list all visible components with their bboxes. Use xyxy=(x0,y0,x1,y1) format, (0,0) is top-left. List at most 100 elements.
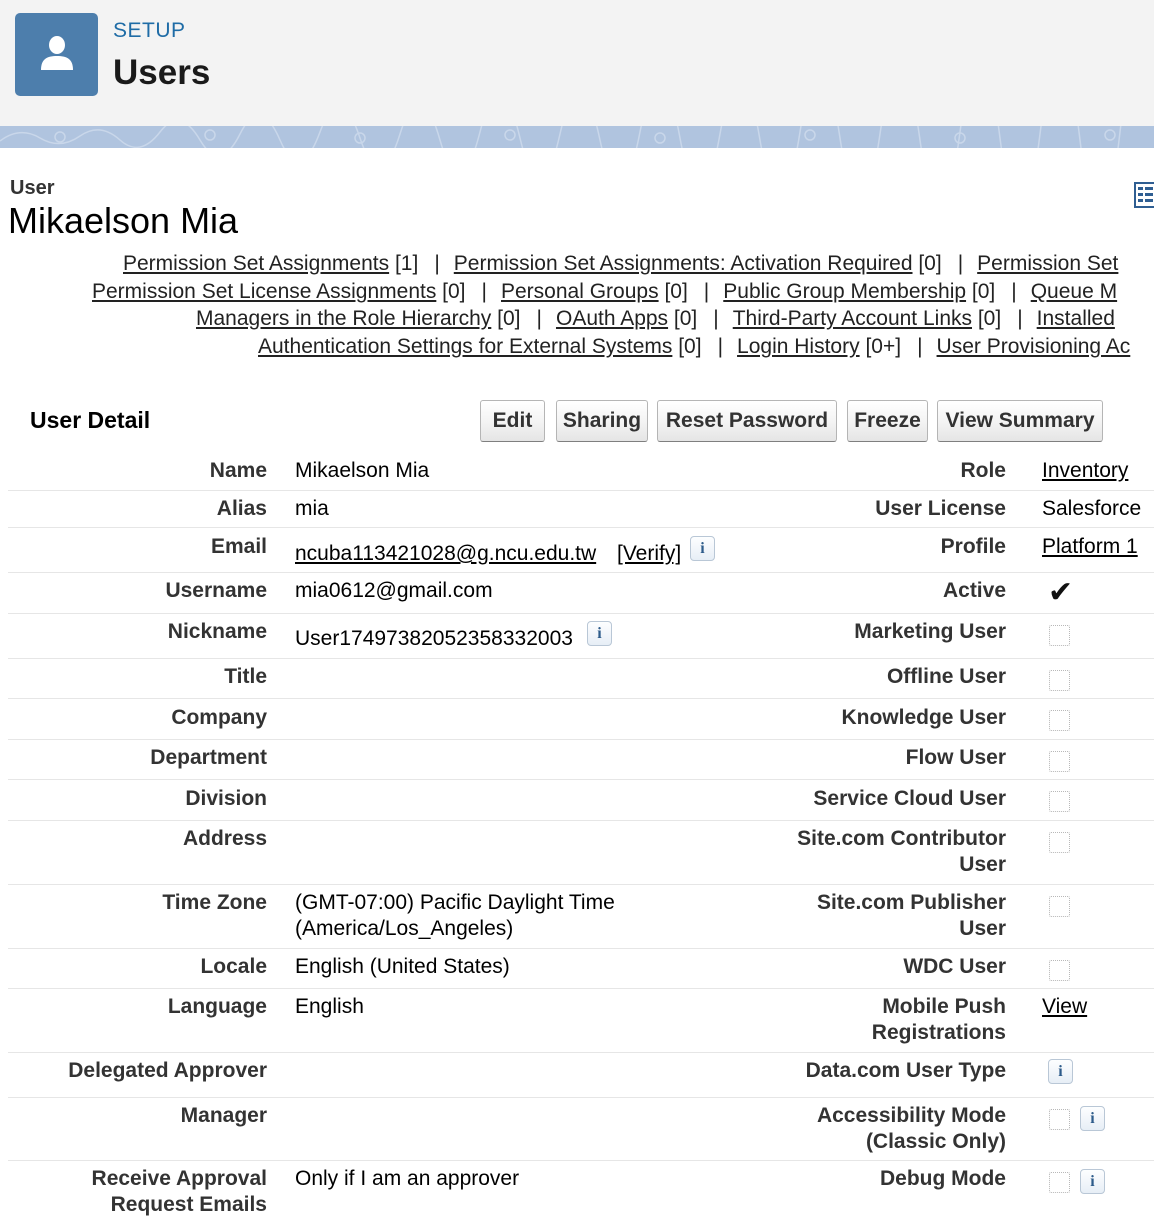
accessibility-mode-checkbox xyxy=(1049,1109,1070,1130)
name-label: Name xyxy=(209,459,267,482)
section-title: User Detail xyxy=(30,407,151,433)
detail-row: Delegated Approver Data.com User Type i xyxy=(8,1053,1154,1098)
offline-user-label: Offline User xyxy=(886,665,1006,688)
detail-row: Language English Mobile Push Registratio… xyxy=(8,989,1154,1053)
related-links-line-2: Permission Set License Assignments [0] | P… xyxy=(92,280,1117,304)
active-label: Active xyxy=(942,579,1006,602)
offline-user-checkbox xyxy=(1049,670,1070,691)
knowledge-user-label: Knowledge User xyxy=(841,706,1006,729)
reset-password-button[interactable]: Reset Password xyxy=(657,400,837,442)
count-permission-set-license-assignments: [0] xyxy=(442,280,466,303)
language-label: Language xyxy=(167,995,267,1018)
detail-row: Title Offline User xyxy=(8,659,1154,699)
profile-link[interactable]: Platform 1 xyxy=(1042,535,1138,558)
mobile-push-label-line-1: Mobile Push xyxy=(882,995,1006,1018)
detail-row: Username mia0612@gmail.com Active ✔ xyxy=(8,573,1154,614)
site-contributor-label-line-1: Site.com Contributor xyxy=(797,827,1006,850)
mobile-push-view-link[interactable]: View xyxy=(1042,995,1087,1018)
detail-row: Alias mia User License Salesforce xyxy=(8,491,1154,528)
datacom-user-type-label: Data.com User Type xyxy=(805,1059,1006,1082)
flow-user-checkbox xyxy=(1049,751,1070,772)
link-third-party-account-links[interactable]: Third-Party Account Links xyxy=(733,307,972,330)
sharing-button[interactable]: Sharing xyxy=(556,400,648,442)
link-installed[interactable]: Installed xyxy=(1037,307,1115,330)
separator: | xyxy=(434,252,440,275)
alias-value: mia xyxy=(295,497,329,520)
link-permission-set[interactable]: Permission Set xyxy=(977,252,1118,275)
wdc-user-label: WDC User xyxy=(903,955,1006,978)
page-title: Users xyxy=(113,53,211,92)
locale-label: Locale xyxy=(200,955,267,978)
count-managers-in-role-hierarchy: [0] xyxy=(497,307,521,330)
username-value: mia0612@gmail.com xyxy=(295,579,493,602)
info-icon[interactable]: i xyxy=(587,621,612,646)
detail-row: Email ncuba113421028@g.ncu.edu.tw [Verif… xyxy=(8,528,1154,573)
info-icon[interactable]: i xyxy=(1080,1106,1105,1131)
email-label: Email xyxy=(210,535,267,558)
service-cloud-user-checkbox xyxy=(1049,791,1070,812)
role-link[interactable]: Inventory xyxy=(1042,459,1128,482)
site-contributor-label-line-2: User xyxy=(959,853,1006,876)
edit-button[interactable]: Edit xyxy=(480,400,545,442)
alias-label: Alias xyxy=(216,497,267,520)
detail-row: Company Knowledge User xyxy=(8,699,1154,740)
info-icon[interactable]: i xyxy=(1080,1169,1105,1194)
link-login-history[interactable]: Login History xyxy=(737,335,860,358)
verify-email-link[interactable]: [Verify] xyxy=(617,542,681,565)
receive-approval-label-line-1: Receive Approval xyxy=(91,1167,267,1190)
link-permission-set-assignments[interactable]: Permission Set Assignments xyxy=(123,252,389,275)
email-link[interactable]: ncuba113421028@g.ncu.edu.tw xyxy=(295,542,596,565)
detail-row: Nickname User17497382052358332003 i Mark… xyxy=(8,614,1154,659)
separator: | xyxy=(1011,280,1017,303)
count-permission-set-assignments: [1] xyxy=(394,252,419,275)
link-managers-in-role-hierarchy[interactable]: Managers in the Role Hierarchy xyxy=(196,307,491,330)
detail-row: Locale English (United States) WDC User xyxy=(8,949,1154,989)
link-oauth-apps[interactable]: OAuth Apps xyxy=(556,307,668,330)
info-icon[interactable]: i xyxy=(1048,1059,1073,1084)
count-authentication-settings: [0] xyxy=(678,335,702,358)
user-app-icon xyxy=(15,13,98,96)
accessibility-mode-label-line-1: Accessibility Mode xyxy=(816,1104,1006,1127)
language-value: English xyxy=(295,995,364,1018)
wdc-user-checkbox xyxy=(1049,960,1070,981)
setup-label[interactable]: SETUP xyxy=(113,19,186,43)
link-permission-set-license-assignments[interactable]: Permission Set License Assignments xyxy=(92,280,436,303)
department-label: Department xyxy=(150,746,267,769)
detail-row: Manager Accessibility Mode (Classic Only… xyxy=(8,1098,1154,1161)
info-icon[interactable]: i xyxy=(690,536,715,561)
accessibility-mode-label-line-2: (Classic Only) xyxy=(865,1130,1006,1153)
site-contributor-label: Site.com Contributor User xyxy=(746,826,1006,878)
link-queue-membership[interactable]: Queue M xyxy=(1031,280,1117,303)
separator: | xyxy=(917,335,923,358)
detail-row: Receive Approval Request Emails Only if … xyxy=(8,1161,1154,1220)
receive-approval-label: Receive Approval Request Emails xyxy=(17,1166,267,1218)
accessibility-mode-label: Accessibility Mode (Classic Only) xyxy=(746,1103,1006,1155)
marketing-user-checkbox xyxy=(1049,625,1070,646)
user-license-value: Salesforce xyxy=(1042,497,1142,520)
site-publisher-checkbox xyxy=(1049,896,1070,917)
separator: | xyxy=(717,335,724,358)
link-public-group-membership[interactable]: Public Group Membership xyxy=(723,280,966,303)
delegated-approver-label: Delegated Approver xyxy=(68,1059,267,1082)
view-summary-button[interactable]: View Summary xyxy=(937,400,1103,442)
debug-mode-label: Debug Mode xyxy=(880,1167,1006,1190)
link-personal-groups[interactable]: Personal Groups xyxy=(501,280,659,303)
customize-page-icon[interactable] xyxy=(1134,182,1154,208)
count-oauth-apps: [0] xyxy=(673,307,698,330)
nickname-value: User17497382052358332003 xyxy=(295,627,573,650)
link-user-provisioning[interactable]: User Provisioning Ac xyxy=(937,335,1131,358)
freeze-button[interactable]: Freeze xyxy=(847,400,928,442)
site-publisher-label-line-1: Site.com Publisher xyxy=(816,891,1006,914)
name-value: Mikaelson Mia xyxy=(295,459,430,482)
link-permission-set-assignments-activation[interactable]: Permission Set Assignments: Activation R… xyxy=(454,252,913,275)
address-label: Address xyxy=(182,827,267,850)
detail-row: Division Service Cloud User xyxy=(8,780,1154,821)
related-links-line-3: Managers in the Role Hierarchy [0] | OAuth… xyxy=(196,307,1115,331)
company-label: Company xyxy=(171,706,267,729)
separator: | xyxy=(536,307,542,330)
link-authentication-settings[interactable]: Authentication Settings for External Sys… xyxy=(258,335,672,358)
separator: | xyxy=(957,252,964,275)
record-type-label: User xyxy=(10,177,55,199)
count-public-group-membership: [0] xyxy=(971,280,996,303)
username-label: Username xyxy=(165,579,267,602)
